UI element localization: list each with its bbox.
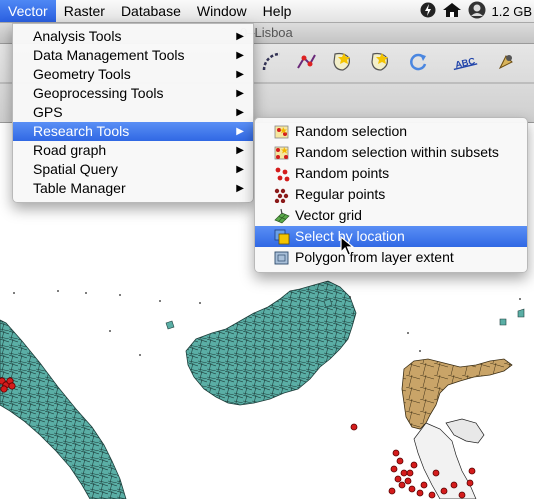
mouse-pointer-icon — [340, 235, 355, 259]
menu-window[interactable]: Window — [189, 0, 255, 22]
submenu-arrow-icon: ▶ — [236, 164, 244, 175]
menu-item-label: Road graph — [33, 142, 107, 158]
submenu-arrow-icon: ▶ — [236, 183, 244, 194]
deselect-feature-icon[interactable] — [366, 48, 394, 76]
node-tool-icon[interactable] — [292, 48, 320, 76]
menu-item-label: GPS — [33, 104, 63, 120]
submenu-arrow-icon: ▶ — [236, 69, 244, 80]
menu-item-gps[interactable]: GPS ▶ — [13, 103, 253, 122]
measure-angle-icon[interactable] — [258, 48, 286, 76]
menu-item-label: Regular points — [295, 186, 386, 202]
menu-help[interactable]: Help — [255, 0, 300, 22]
menu-item-label: Research Tools — [33, 123, 130, 139]
menubar-status-area: 1.2 GB — [420, 0, 534, 22]
pin-labels-icon[interactable] — [492, 48, 520, 76]
menu-item-label: Geometry Tools — [33, 66, 131, 82]
user-avatar-icon[interactable] — [468, 1, 486, 22]
menubar: Vector Raster Database Window Help 1.2 G… — [0, 0, 534, 23]
menu-item-label: Random selection — [295, 123, 408, 139]
svg-text:ABC: ABC — [454, 56, 476, 70]
menu-item-data-management-tools[interactable]: Data Management Tools ▶ — [13, 46, 253, 65]
label-tool-icon[interactable]: ABC — [452, 48, 480, 76]
regular-points-icon — [274, 187, 290, 204]
menu-item-label: Vector grid — [295, 207, 362, 223]
submenu-arrow-icon: ▶ — [236, 126, 244, 137]
menu-item-research-tools[interactable]: Research Tools ▶ — [13, 122, 253, 141]
menu-item-random-selection-within-subsets[interactable]: Random selection within subsets — [255, 142, 527, 163]
menu-item-analysis-tools[interactable]: Analysis Tools ▶ — [13, 27, 253, 46]
menu-item-spatial-query[interactable]: Spatial Query ▶ — [13, 160, 253, 179]
submenu-arrow-icon: ▶ — [236, 88, 244, 99]
menu-item-label: Geoprocessing Tools — [33, 85, 164, 101]
menu-item-regular-points[interactable]: Regular points — [255, 184, 527, 205]
menu-item-table-manager[interactable]: Table Manager ▶ — [13, 179, 253, 198]
menu-item-vector-grid[interactable]: Vector grid — [255, 205, 527, 226]
random-subset-icon — [274, 145, 290, 161]
submenu-arrow-icon: ▶ — [236, 107, 244, 118]
sumatra-polygon — [0, 319, 127, 500]
lightning-icon[interactable] — [420, 2, 436, 21]
submenu-arrow-icon: ▶ — [236, 31, 244, 42]
submenu-arrow-icon: ▶ — [236, 50, 244, 61]
menu-item-label: Data Management Tools — [33, 47, 185, 63]
menu-item-label: Random points — [295, 165, 390, 181]
menu-item-label: Polygon from layer extent — [295, 249, 454, 265]
vector-menu: Analysis Tools ▶ Data Management Tools ▶ G… — [12, 23, 254, 203]
sulawesi-polygon — [401, 358, 513, 430]
menu-item-label: Table Manager — [33, 180, 126, 196]
memory-status: 1.2 GB — [491, 3, 532, 19]
random-selection-icon — [274, 124, 290, 140]
menu-item-geoprocessing-tools[interactable]: Geoprocessing Tools ▶ — [13, 84, 253, 103]
menu-item-random-points[interactable]: Random points — [255, 163, 527, 184]
menu-item-label: Spatial Query — [33, 161, 118, 177]
menu-item-polygon-from-layer-extent[interactable]: Polygon from layer extent — [255, 247, 527, 268]
layer-extent-icon — [274, 250, 290, 266]
menu-item-select-by-location[interactable]: Select by location — [255, 226, 527, 247]
vector-grid-icon — [274, 208, 290, 224]
menu-raster[interactable]: Raster — [56, 0, 113, 22]
sulawesi-east-arm — [445, 418, 485, 444]
random-points-icon — [274, 166, 290, 182]
menu-item-label: Analysis Tools — [33, 28, 122, 44]
menu-item-geometry-tools[interactable]: Geometry Tools ▶ — [13, 65, 253, 84]
refresh-icon[interactable] — [404, 48, 432, 76]
menu-database[interactable]: Database — [113, 0, 189, 22]
menu-item-road-graph[interactable]: Road graph ▶ — [13, 141, 253, 160]
menu-vector[interactable]: Vector — [0, 0, 56, 22]
menu-item-label: Random selection within subsets — [295, 144, 499, 160]
select-by-location-icon — [274, 229, 290, 245]
menu-item-random-selection[interactable]: Random selection — [255, 121, 527, 142]
select-feature-icon[interactable] — [328, 48, 356, 76]
submenu-arrow-icon: ▶ — [236, 145, 244, 156]
research-tools-submenu: Random selection Random selection within… — [254, 117, 528, 273]
home-icon[interactable] — [442, 2, 462, 21]
